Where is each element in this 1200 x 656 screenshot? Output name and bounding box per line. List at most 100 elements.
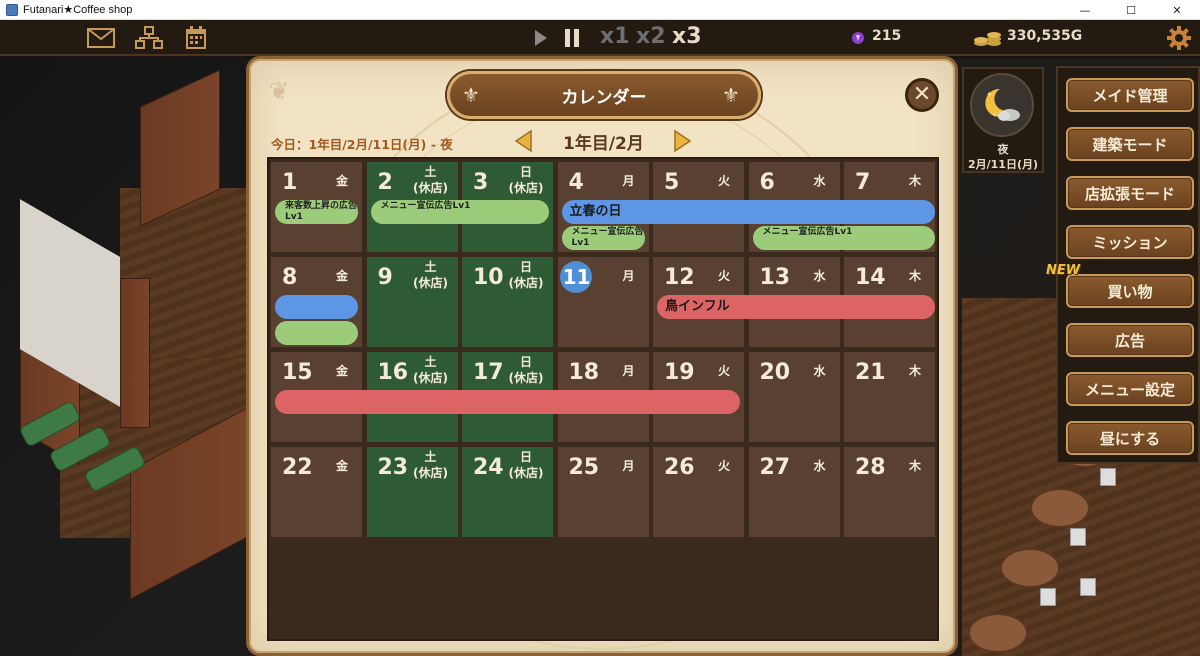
calendar-day-cell[interactable]: 25 月 (557, 447, 649, 537)
calendar-day-cell[interactable]: 23 土 (休店) (366, 447, 458, 537)
minimize-button[interactable]: — (1062, 0, 1108, 20)
day-number: 8 (282, 265, 298, 290)
window-controls: — ☐ ✕ (1062, 0, 1200, 20)
day-of-week: 金 (330, 459, 354, 473)
day-number: 27 (759, 455, 791, 480)
calendar-event[interactable] (275, 321, 358, 345)
advertising-button[interactable]: 広告 (1066, 323, 1194, 357)
weekday-label: 日 (519, 355, 532, 369)
day-of-week: 日 (休店) (506, 259, 546, 291)
speed-x3-button[interactable]: x3 (672, 24, 702, 49)
weekday-label: 水 (813, 269, 826, 283)
maid-management-button[interactable]: メイド管理 (1066, 78, 1194, 112)
day-of-week: 日 (休店) (506, 164, 546, 196)
time-date: 2月/11日(月) (967, 158, 1039, 171)
calendar-icon[interactable] (184, 25, 208, 51)
day-number: 1 (282, 170, 298, 195)
day-of-week: 土 (休店) (411, 164, 451, 196)
close-window-button[interactable]: ✕ (1154, 0, 1200, 20)
calendar-day-cell[interactable]: 22 金 (271, 447, 362, 537)
weekday-label: 火 (717, 459, 730, 473)
weekday-label: 金 (335, 459, 348, 473)
speed-x1-button[interactable]: x1 (600, 24, 630, 49)
calendar-day-cell[interactable]: 24 日 (休店) (462, 447, 553, 537)
gem-count: 215 (872, 28, 902, 44)
calendar-day-cell[interactable]: 9 土 (休店) (366, 257, 458, 347)
day-of-week: 日 (休店) (506, 354, 546, 386)
mission-button[interactable]: ミッション (1066, 225, 1194, 259)
day-of-week: 月 (617, 174, 641, 188)
menu-settings-button[interactable]: メニュー設定 (1066, 372, 1194, 406)
next-month-arrow-icon[interactable] (673, 129, 693, 153)
calendar-day-cell[interactable]: 27 水 (748, 447, 840, 537)
calendar-day-cell[interactable]: 11 月 (557, 257, 649, 347)
shopping-button[interactable]: 買い物 (1066, 274, 1194, 308)
weekday-label: 土 (424, 450, 437, 464)
day-number: 7 (855, 170, 871, 195)
build-mode-button[interactable]: 建築モード (1066, 127, 1194, 161)
closed-label: (休店) (413, 466, 448, 480)
speed-x2-button[interactable]: x2 (636, 24, 666, 49)
day-of-week: 水 (808, 269, 832, 283)
calendar-day-cell[interactable]: 10 日 (休店) (462, 257, 553, 347)
weekday-label: 金 (335, 364, 348, 378)
closed-label: (休店) (508, 181, 544, 195)
fleur-de-lis-icon: ⚜ (722, 83, 740, 107)
today-date-label: 今日：1年目/2月/11日(月) - 夜 (271, 137, 453, 152)
top-hud: x1 x2 x3 215 330,535G (0, 20, 1200, 56)
day-of-week: 水 (808, 174, 832, 188)
day-number: 26 (664, 455, 695, 480)
day-number: 25 (568, 455, 600, 480)
closed-label: (休店) (508, 466, 544, 480)
calendar-event[interactable]: 来客数上昇の広告Lv1 (275, 200, 358, 224)
close-button[interactable]: ✕ (905, 78, 939, 112)
gold-coins-icon (972, 25, 1004, 51)
calendar-event[interactable] (275, 295, 358, 319)
shop-expansion-button[interactable]: 店拡張モード (1066, 176, 1194, 210)
day-number: 19 (664, 360, 695, 385)
calendar-event[interactable] (275, 390, 740, 414)
play-icon[interactable] (532, 25, 550, 51)
pause-icon[interactable] (562, 25, 582, 51)
day-of-week: 金 (330, 269, 354, 283)
night-moon-icon: ✦ ✦ (970, 73, 1034, 137)
weekday-label: 土 (424, 165, 437, 179)
day-of-week: 日 (休店) (506, 449, 546, 481)
weekday-label: 火 (717, 174, 730, 188)
weekday-label: 木 (908, 459, 921, 473)
switch-to-day-button[interactable]: 昼にする (1066, 421, 1194, 455)
calendar-event[interactable]: 立春の日 (561, 200, 935, 224)
calendar-event[interactable]: メニュー宣伝広告Lv1 (752, 226, 935, 250)
day-of-week: 火 (712, 364, 736, 378)
calendar-day-cell[interactable]: 26 火 (653, 447, 744, 537)
new-badge: NEW (1046, 263, 1081, 278)
day-of-week: 月 (617, 269, 641, 283)
closed-label: (休店) (413, 276, 448, 290)
calendar-panel: ❦ カレンダー ⚜ ⚜ ✕ 今日：1年目/2月/11日(月) - 夜 1年目/2… (246, 56, 958, 656)
calendar-event[interactable]: 鳥インフル (657, 295, 935, 319)
prev-month-arrow-icon[interactable] (513, 129, 533, 153)
day-of-week: 土 (休店) (411, 259, 451, 291)
cafe-table (968, 613, 1028, 653)
weekday-label: 土 (424, 260, 437, 274)
svg-text:✦: ✦ (992, 112, 997, 119)
weekday-label: 日 (519, 260, 532, 274)
organization-icon[interactable] (134, 25, 164, 51)
calendar-event[interactable]: メニュー宣伝広告Lv1 (561, 226, 645, 250)
calendar-day-cell[interactable]: 28 木 (844, 447, 935, 537)
day-of-week: 火 (712, 459, 736, 473)
maximize-button[interactable]: ☐ (1108, 0, 1154, 20)
weekday-label: 水 (813, 459, 826, 473)
mail-icon[interactable] (86, 25, 116, 51)
day-number: 24 (473, 455, 504, 480)
calendar-title-plate: カレンダー (447, 71, 761, 119)
cafe-chair (1080, 578, 1096, 596)
cafe-chair (1040, 588, 1056, 606)
weekday-label: 土 (424, 355, 437, 369)
gear-icon[interactable] (1166, 25, 1192, 51)
day-of-week: 金 (330, 174, 354, 188)
cafe-chair (1070, 528, 1086, 546)
calendar-day-cell[interactable]: 21 木 (844, 352, 935, 442)
calendar-event[interactable]: メニュー宣伝広告Lv1 (370, 200, 549, 224)
calendar-day-cell[interactable]: 20 水 (748, 352, 840, 442)
